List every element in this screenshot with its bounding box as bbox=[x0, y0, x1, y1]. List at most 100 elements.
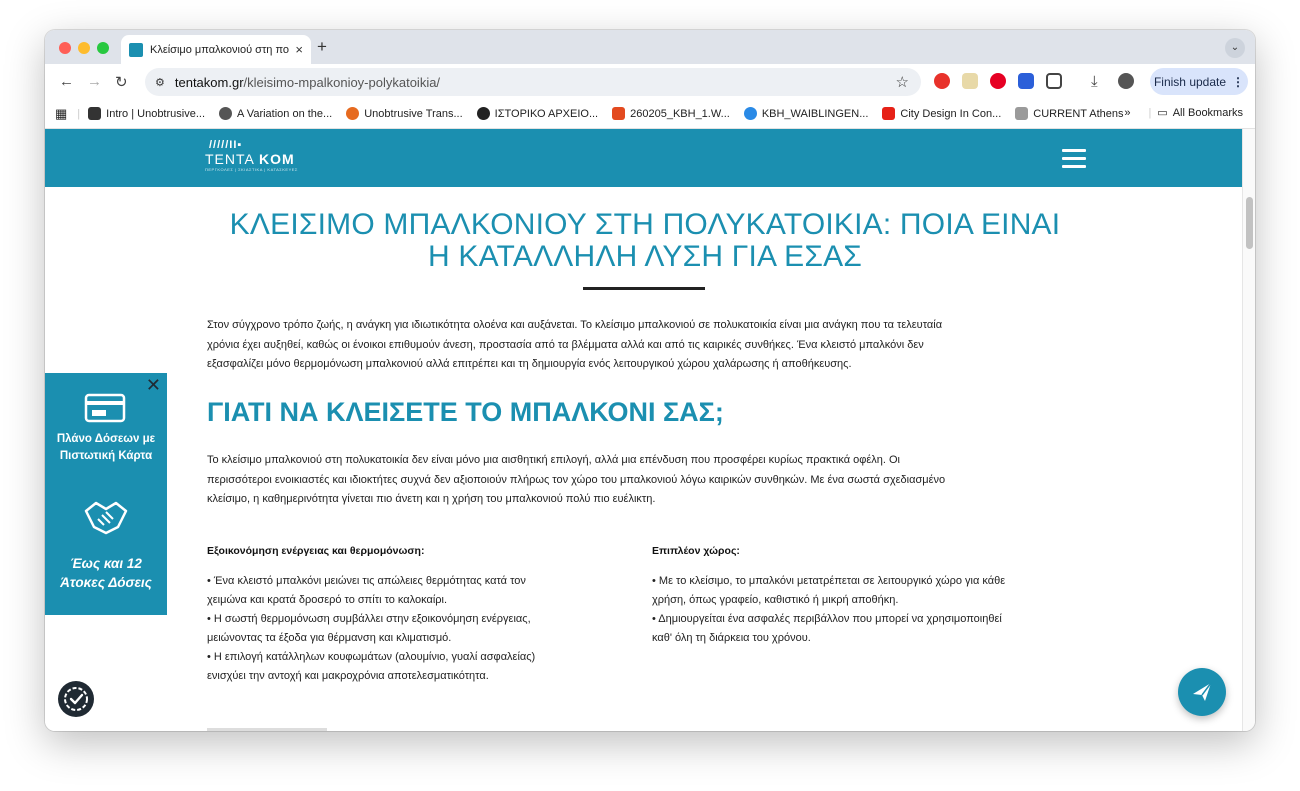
site-header: /////II▪ TENTA KOM ΠΕΡΓΚΟΛΕΣ | ΣΚΙΑΣΤΙΚΑ… bbox=[45, 129, 1242, 187]
bookmark-favicon-icon bbox=[88, 107, 102, 120]
tab-bar: Κλείσιμο μπαλκονιού στη πολ × + ⌄ bbox=[45, 30, 1255, 64]
hamburger-menu-icon[interactable] bbox=[1062, 149, 1086, 168]
bookmark-favicon-icon bbox=[219, 107, 233, 120]
pinterest-extension-icon[interactable] bbox=[990, 73, 1006, 89]
bookmark-item[interactable]: ΙΣΤΟΡΙΚΟ ΑΡΧΕΙΟ... bbox=[476, 107, 599, 120]
folder-icon: ▭ bbox=[1157, 107, 1168, 119]
bookmark-item[interactable]: 260205_KBH_1.W... bbox=[612, 107, 730, 120]
maximize-window-button[interactable] bbox=[97, 42, 109, 54]
logo-text-b: KOM bbox=[258, 151, 295, 167]
bullet-line: χρήση, όπως γραφείο, καθιστικό ή μικρή α… bbox=[652, 594, 899, 606]
bookmark-label: ΙΣΤΟΡΙΚΟ ΑΡΧΕΙΟ... bbox=[494, 107, 599, 120]
credit-card-icon bbox=[84, 393, 126, 423]
accessibility-button[interactable] bbox=[58, 681, 94, 717]
bookmarks-divider: | bbox=[77, 107, 81, 120]
bookmark-label: City Design In Con... bbox=[900, 107, 1002, 120]
notes-extension-icon[interactable] bbox=[962, 73, 978, 89]
browser-toolbar: ← → ↻ ⚙ tentakom.gr /kleisimo-mpalkonioy… bbox=[45, 64, 1255, 99]
opera-extension-icon[interactable] bbox=[934, 73, 950, 89]
bookmark-favicon-icon bbox=[1015, 107, 1029, 120]
more-menu-icon[interactable]: ⋮ bbox=[1232, 75, 1244, 89]
tab-search-button[interactable]: ⌄ bbox=[1225, 38, 1245, 58]
energy-heading: Εξοικονόμηση ενέργειας και θερμομόνωση: bbox=[207, 545, 425, 557]
bookmark-label: Unobtrusive Trans... bbox=[364, 107, 463, 120]
installments-promo-banner[interactable]: ✕ Πλάνο Δόσεων με Πιστωτική Κάρτα Έως κα… bbox=[45, 373, 167, 615]
bullet-line: μειώνοντας τα έξοδα για θέρμανση και κλι… bbox=[207, 632, 452, 644]
bookmarks-overflow-button[interactable]: » bbox=[1124, 107, 1130, 119]
active-tab[interactable]: Κλείσιμο μπαλκονιού στη πολ × bbox=[121, 35, 311, 64]
bullet-line: ενισχύει την αντοχή και μακροχρόνια αποτ… bbox=[207, 670, 489, 682]
intro-line: Στον σύγχρονο τρόπο ζωής, η ανάγκη για ι… bbox=[207, 319, 943, 331]
address-bar[interactable]: ⚙ tentakom.gr /kleisimo-mpalkonioy-polyk… bbox=[145, 68, 921, 96]
bullet-line: • Δημιουργείται ένα ασφαλές περιβάλλον π… bbox=[652, 613, 1002, 625]
close-window-button[interactable] bbox=[59, 42, 71, 54]
bookmark-label: 260205_KBH_1.W... bbox=[630, 107, 730, 120]
bullet-line: • Η επιλογή κατάλληλων κουφωμάτων (αλουμ… bbox=[207, 651, 536, 663]
translate-extension-icon[interactable] bbox=[1018, 73, 1034, 89]
contact-send-button[interactable] bbox=[1178, 668, 1226, 716]
tab-close-icon[interactable]: × bbox=[295, 42, 303, 57]
bullet-line: καθ' όλη τη διάρκεια του χρόνου. bbox=[652, 632, 811, 644]
bookmark-item[interactable]: KBH_WAIBLINGEN... bbox=[743, 107, 869, 120]
bookmark-favicon-icon bbox=[476, 107, 490, 120]
promo-line2: Πιστωτική Κάρτα bbox=[59, 450, 153, 462]
logo-text: TENTA KOM bbox=[205, 151, 298, 167]
bookmarks-bar: ▦ | Intro | Unobtrusive... A Variation o… bbox=[45, 99, 1255, 129]
bullet-line: • Ένα κλειστό μπαλκόνι μειώνει τις απώλε… bbox=[207, 575, 526, 587]
all-bookmarks-button[interactable]: All Bookmarks bbox=[1173, 107, 1243, 119]
url-path: /kleisimo-mpalkonioy-polykatoikia/ bbox=[243, 74, 441, 90]
bookmark-label: Intro | Unobtrusive... bbox=[106, 107, 206, 120]
bookmark-item[interactable]: City Design In Con... bbox=[882, 107, 1001, 120]
bullet-line: • Με το κλείσιμο, το μπαλκόνι μετατρέπετ… bbox=[652, 575, 1006, 587]
section-heading: ΓΙΑΤΙ ΝΑ ΚΛΕΙΣΕΤΕ ΤΟ ΜΠΑΛΚΟΝΙ ΣΑΣ; bbox=[207, 397, 724, 427]
bookmarks-right: » | ▭ All Bookmarks bbox=[1124, 106, 1243, 120]
logo-text-a: TENTA bbox=[205, 151, 259, 167]
page-scrollbar[interactable] bbox=[1242, 129, 1255, 731]
bullet-line: χειμώνα και κρατά δροσερό το σπίτι το κα… bbox=[207, 594, 448, 606]
bookmark-item[interactable]: A Variation on the... bbox=[219, 107, 332, 120]
promo-line3: Έως και 12 bbox=[70, 556, 142, 571]
intro-paragraph: Στον σύγχρονο τρόπο ζωής, η ανάγκη για ι… bbox=[207, 316, 942, 375]
page-viewport: /////II▪ TENTA KOM ΠΕΡΓΚΟΛΕΣ | ΣΚΙΑΣΤΙΚΑ… bbox=[45, 129, 1242, 731]
scrollbar-thumb[interactable] bbox=[1246, 197, 1253, 249]
bookmark-favicon-icon bbox=[346, 107, 360, 120]
space-bullets: • Με το κλείσιμο, το μπαλκόνι μετατρέπετ… bbox=[652, 572, 1005, 648]
promo-line1: Πλάνο Δόσεων με bbox=[56, 433, 156, 445]
accessibility-icon bbox=[64, 687, 88, 711]
reload-icon[interactable]: ↻ bbox=[115, 73, 128, 91]
bookmark-star-icon[interactable]: ☆ bbox=[896, 73, 909, 91]
intro-line: εξασφαλίζει μόνο θερμομόνωση μπαλκονιού … bbox=[207, 358, 852, 370]
bookmark-favicon-icon bbox=[743, 107, 757, 120]
title-divider bbox=[583, 287, 705, 290]
intro-line: χρόνια έχει αυξηθεί, καθώς οι ένοικοι επ… bbox=[207, 338, 924, 351]
finish-update-label: Finish update bbox=[1153, 74, 1227, 89]
bookmark-item[interactable]: CURRENT Athens bbox=[1015, 107, 1124, 120]
finish-update-button[interactable]: Finish update ⋮ bbox=[1150, 68, 1248, 95]
paper-plane-icon bbox=[1193, 682, 1212, 701]
back-arrow-icon[interactable]: ← bbox=[59, 73, 74, 90]
section-line: κλείσιμο, η καθημερινότητα γίνεται πιο ά… bbox=[207, 493, 656, 505]
bookmark-favicon-icon bbox=[882, 107, 896, 120]
section-paragraph: Το κλείσιμο μπαλκονιού στη πολυκατοικία … bbox=[207, 451, 945, 510]
promo-line4: Άτοκες Δόσεις bbox=[60, 575, 152, 590]
handshake-icon bbox=[84, 501, 128, 535]
minimize-window-button[interactable] bbox=[78, 42, 90, 54]
bookmark-item[interactable]: Unobtrusive Trans... bbox=[346, 107, 463, 120]
promo-close-icon[interactable]: ✕ bbox=[146, 375, 161, 396]
download-icon[interactable]: ⤓ bbox=[1091, 73, 1098, 90]
forward-arrow-icon[interactable]: → bbox=[87, 73, 102, 90]
profile-avatar-icon[interactable] bbox=[1118, 73, 1134, 89]
next-section-fragment bbox=[207, 728, 327, 731]
site-settings-icon[interactable]: ⚙ bbox=[155, 76, 165, 89]
browser-window: Κλείσιμο μπαλκονιού στη πολ × + ⌄ ← → ↻ … bbox=[45, 30, 1255, 731]
site-logo[interactable]: /////II▪ TENTA KOM ΠΕΡΓΚΟΛΕΣ | ΣΚΙΑΣΤΙΚΑ… bbox=[205, 139, 298, 172]
new-tab-button[interactable]: + bbox=[317, 37, 327, 57]
bookmark-label: A Variation on the... bbox=[237, 107, 333, 120]
bookmark-item[interactable]: Intro | Unobtrusive... bbox=[88, 107, 205, 120]
bookmark-label: KBH_WAIBLINGEN... bbox=[761, 107, 869, 120]
energy-bullets: • Ένα κλειστό μπαλκόνι μειώνει τις απώλε… bbox=[207, 572, 535, 686]
page-title: ΚΛΕΙΣΙΜΟ ΜΠΑΛΚΟΝΙΟΥ ΣΤΗ ΠΟΛΥΚΑΤΟΙΚΙΑ: ΠΟ… bbox=[195, 209, 1095, 273]
apps-grid-icon[interactable]: ▦ bbox=[55, 106, 67, 122]
extensions-puzzle-icon[interactable] bbox=[1046, 73, 1062, 89]
logo-tagline: ΠΕΡΓΚΟΛΕΣ | ΣΚΙΑΣΤΙΚΑ | ΚΑΤΑΣΚΕΥΕΣ bbox=[205, 167, 298, 172]
